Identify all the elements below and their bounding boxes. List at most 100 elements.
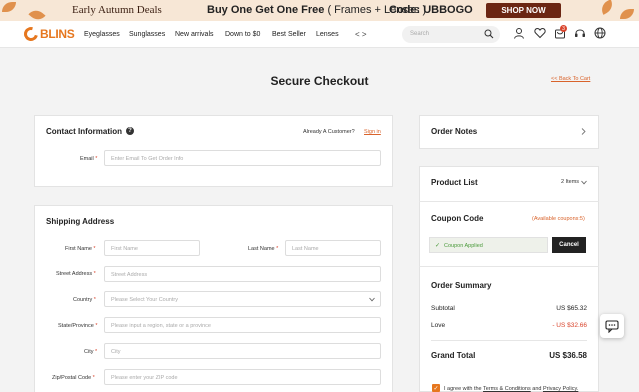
country-label: Country * xyxy=(73,297,96,303)
zip-placeholder: Please enter your ZIP code xyxy=(111,375,178,381)
nav-link-best-seller[interactable]: Best Seller xyxy=(272,31,306,38)
already-customer-text: Already A Customer? xyxy=(303,129,355,135)
leaf-decoration xyxy=(620,9,634,19)
agree-text: I agree with the Terms & Conditions and … xyxy=(444,386,578,392)
agree-checkbox[interactable]: ✓ xyxy=(432,384,440,392)
discount-value: - US $32.66 xyxy=(552,322,587,329)
chat-icon xyxy=(605,319,619,333)
email-label: Email * xyxy=(80,156,97,162)
check-icon: ✓ xyxy=(435,243,441,249)
leaf-decoration xyxy=(2,2,16,12)
promo-banner[interactable]: Early Autumn Deals Buy One Get One Free … xyxy=(0,0,639,24)
sign-in-link[interactable]: Sign in xyxy=(364,129,381,135)
first-name-placeholder: First Name xyxy=(111,246,138,252)
page-title: Secure Checkout xyxy=(270,74,369,88)
subtotal-label: Subtotal xyxy=(431,305,455,312)
email-field[interactable]: Enter Email To Get Order Info xyxy=(104,150,381,166)
promo-title: Early Autumn Deals xyxy=(72,4,162,16)
street-label-text: Street Address xyxy=(56,271,93,277)
zip-label-text: Zip/Postal Code xyxy=(52,375,92,381)
search-input[interactable]: Search xyxy=(402,26,500,43)
email-placeholder: Enter Email To Get Order Info xyxy=(111,156,184,162)
city-label: City * xyxy=(84,349,97,355)
required-mark: * xyxy=(95,156,98,162)
street-label: Street Address * xyxy=(56,271,96,277)
nav-link-eyeglasses[interactable]: Eyeglasses xyxy=(84,31,120,38)
grand-total-label: Grand Total xyxy=(431,351,476,360)
city-label-text: City xyxy=(84,349,94,355)
state-placeholder: Please input a region, state or a provin… xyxy=(111,323,211,329)
chat-button[interactable] xyxy=(600,314,624,338)
agree-prefix: I agree with the xyxy=(444,386,484,392)
product-count[interactable]: 2 Items xyxy=(561,179,579,185)
discount-label: Love xyxy=(431,322,446,329)
required-mark: * xyxy=(93,246,96,252)
city-field[interactable]: City xyxy=(104,343,381,359)
cart-badge: 3 xyxy=(560,25,567,32)
headset-icon[interactable] xyxy=(574,27,586,39)
state-label: State/Province * xyxy=(58,323,97,329)
product-list-title: Product List xyxy=(431,178,478,187)
state-province-field[interactable]: Please input a region, state or a provin… xyxy=(104,317,381,333)
globe-icon[interactable] xyxy=(594,27,606,39)
heart-icon[interactable] xyxy=(534,27,546,39)
last-name-label: Last Name * xyxy=(248,246,278,252)
logo-text: BLINS xyxy=(40,27,75,41)
required-mark: * xyxy=(95,349,98,355)
shipping-title: Shipping Address xyxy=(46,217,115,226)
state-label-text: State/Province xyxy=(58,323,94,329)
privacy-link[interactable]: Privacy Policy. xyxy=(543,386,578,392)
required-mark: * xyxy=(92,375,95,381)
country-placeholder: Please Select Your Country xyxy=(111,297,178,303)
last-name-field[interactable]: Last Name xyxy=(285,240,381,256)
shop-now-button[interactable]: SHOP NOW xyxy=(486,3,561,18)
required-mark: * xyxy=(93,297,96,303)
divider xyxy=(419,201,599,202)
back-to-cart-link[interactable]: << Back To Cart xyxy=(551,76,590,82)
contact-title: Contact Information xyxy=(46,127,122,136)
coupon-applied-text: Coupon Applied xyxy=(444,243,483,249)
search-placeholder: Search xyxy=(410,31,430,37)
chevron-down-icon[interactable] xyxy=(581,180,587,185)
last-name-placeholder: Last Name xyxy=(292,246,319,252)
nav-link-lenses[interactable]: Lenses xyxy=(316,31,339,38)
agree-and: and xyxy=(530,386,543,392)
street-placeholder: Street Address xyxy=(111,272,148,278)
required-mark: * xyxy=(276,246,279,252)
coupon-input[interactable]: ✓ Coupon Applied xyxy=(429,237,548,253)
first-name-field[interactable]: First Name xyxy=(104,240,200,256)
order-notes-title: Order Notes xyxy=(431,127,478,136)
nav-scroll-arrows[interactable]: < > xyxy=(355,30,367,39)
chevron-right-icon[interactable] xyxy=(581,128,586,135)
required-mark: * xyxy=(93,271,96,277)
promo-code: Code: UBBOGO xyxy=(389,4,473,16)
nav-link-sunglasses[interactable]: Sunglasses xyxy=(129,31,165,38)
nav-link-new-arrivals[interactable]: New arrivals xyxy=(175,31,214,38)
required-mark: * xyxy=(95,323,98,329)
order-summary-title: Order Summary xyxy=(431,281,492,290)
main-nav: BLINS Eyeglasses Sunglasses New arrivals… xyxy=(0,21,639,48)
divider xyxy=(419,266,599,267)
user-icon[interactable] xyxy=(513,27,525,39)
logo-mark-icon xyxy=(21,24,41,44)
last-name-label-text: Last Name xyxy=(248,246,275,252)
search-icon[interactable] xyxy=(484,29,494,39)
first-name-label-text: First Name xyxy=(65,246,92,252)
cancel-coupon-button[interactable]: Cancel xyxy=(552,237,586,253)
nav-link-down-to-0[interactable]: Down to $0 xyxy=(225,31,260,38)
country-label-text: Country xyxy=(73,297,93,303)
help-icon[interactable]: ? xyxy=(126,127,134,135)
available-coupons[interactable]: (Available coupons:5) xyxy=(532,216,585,222)
subtotal-value: US $65.32 xyxy=(556,305,587,312)
chevron-down-icon xyxy=(369,297,375,302)
first-name-label: First Name * xyxy=(65,246,96,252)
city-placeholder: City xyxy=(111,349,121,355)
terms-link[interactable]: Terms & Conditions xyxy=(483,386,531,392)
zip-label: Zip/Postal Code * xyxy=(52,375,95,381)
logo[interactable]: BLINS xyxy=(21,24,75,44)
coupon-title: Coupon Code xyxy=(431,214,484,223)
zip-code-field[interactable]: Please enter your ZIP code xyxy=(104,369,381,385)
country-select[interactable]: Please Select Your Country xyxy=(104,291,381,307)
street-address-field[interactable]: Street Address xyxy=(104,266,381,282)
divider xyxy=(431,340,587,341)
